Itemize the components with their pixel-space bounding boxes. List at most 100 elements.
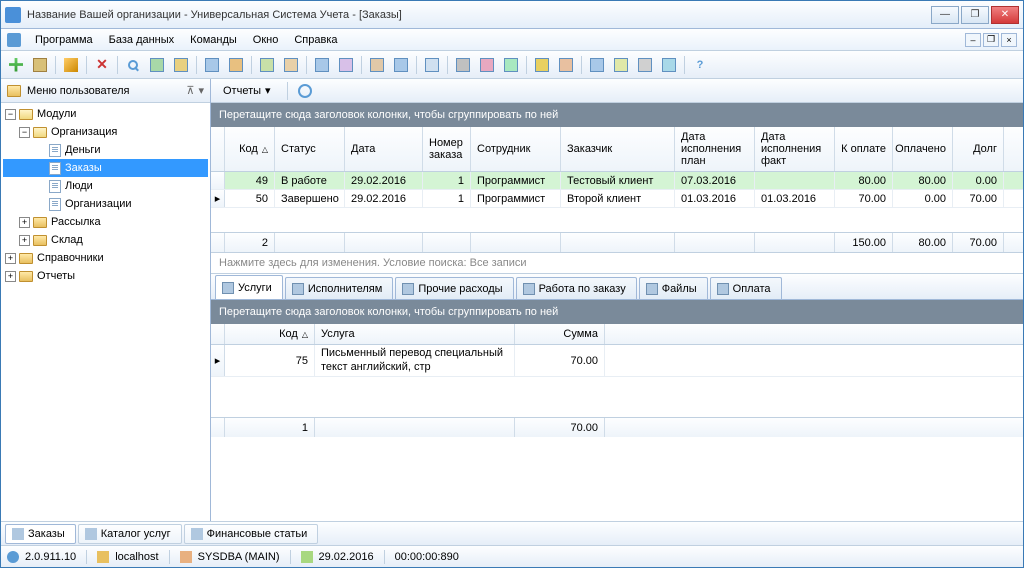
tree-node-modules[interactable]: −Модули	[3, 105, 208, 123]
mdi-minimize-button[interactable]: –	[965, 33, 981, 47]
group-by-hint[interactable]: Перетащите сюда заголовок колонки, чтобы…	[211, 103, 1023, 127]
filter-button[interactable]	[170, 54, 192, 76]
tree-node-orgs[interactable]: Организации	[3, 195, 208, 213]
mdi-close-button[interactable]: ×	[1001, 33, 1017, 47]
copy-button[interactable]	[29, 54, 51, 76]
btab-Каталог услуг[interactable]: Каталог услуг	[78, 524, 182, 544]
close-button[interactable]: ✕	[991, 6, 1019, 24]
clock-icon[interactable]	[298, 84, 312, 98]
col-paid[interactable]: Оплачено	[893, 127, 953, 171]
tool-2[interactable]	[225, 54, 247, 76]
table-row[interactable]: 49В работе29.02.20161ПрограммистТестовый…	[211, 172, 1023, 190]
tool-10[interactable]	[452, 54, 474, 76]
tree-node-mailing[interactable]: +Рассылка	[3, 213, 208, 231]
menu-Команды[interactable]: Команды	[182, 32, 245, 48]
tool-11[interactable]	[476, 54, 498, 76]
menu-Окно[interactable]: Окно	[245, 32, 287, 48]
status-time: 00:00:00:890	[395, 551, 459, 563]
col-customer[interactable]: Заказчик	[561, 127, 675, 171]
chevron-down-icon[interactable]: ▾	[198, 84, 204, 97]
reports-dropdown[interactable]: Отчеты▾	[217, 82, 277, 99]
grid-body: 49В работе29.02.20161ПрограммистТестовый…	[211, 172, 1023, 208]
tree-node-org[interactable]: −Организация	[3, 123, 208, 141]
tree-node-reports[interactable]: +Отчеты	[3, 267, 208, 285]
calendar-button[interactable]	[610, 54, 632, 76]
play-button[interactable]	[658, 54, 680, 76]
menu-Справка[interactable]: Справка	[286, 32, 345, 48]
tab-Прочие расходы[interactable]: Прочие расходы	[395, 277, 513, 299]
col-date[interactable]: Дата	[345, 127, 423, 171]
status-user: SYSDBA (MAIN)	[198, 551, 280, 563]
dcol-sum[interactable]: Сумма	[515, 324, 605, 344]
tool-1[interactable]	[201, 54, 223, 76]
table-row[interactable]: ▸50Завершено29.02.20161ПрограммистВторой…	[211, 190, 1023, 208]
titlebar: Название Вашей организации - Универсальн…	[1, 1, 1023, 29]
reports-bar: Отчеты▾	[211, 79, 1023, 103]
dcol-service[interactable]: Услуга	[315, 324, 515, 344]
col-to-pay[interactable]: К оплате	[835, 127, 893, 171]
edit-button[interactable]	[60, 54, 82, 76]
host-icon	[97, 551, 109, 563]
main-area: Отчеты▾ Перетащите сюда заголовок колонк…	[211, 79, 1023, 521]
menu-Программа[interactable]: Программа	[27, 32, 101, 48]
status-version: 2.0.911.10	[25, 551, 76, 563]
grid-header: Код△ Статус Дата Номер заказа Сотрудник …	[211, 127, 1023, 172]
col-date-fact[interactable]: Дата исполнения факт	[755, 127, 835, 171]
tool-4[interactable]	[280, 54, 302, 76]
col-debt[interactable]: Долг	[953, 127, 1004, 171]
tool-7[interactable]	[366, 54, 388, 76]
btab-Финансовые статьи[interactable]: Финансовые статьи	[184, 524, 319, 544]
detail-tabs: УслугиИсполнителямПрочие расходыРабота п…	[211, 274, 1023, 300]
mdi-restore-button[interactable]: ❐	[983, 33, 999, 47]
date-icon	[301, 551, 313, 563]
users-button[interactable]	[555, 54, 577, 76]
search-button[interactable]	[122, 54, 144, 76]
tab-Оплата[interactable]: Оплата	[710, 277, 782, 299]
lock-button[interactable]	[531, 54, 553, 76]
help-button[interactable]: ?	[689, 54, 711, 76]
tab-Услуги[interactable]: Услуги	[215, 275, 283, 299]
status-host: localhost	[115, 551, 158, 563]
menu-icon	[7, 33, 21, 47]
col-ordno[interactable]: Номер заказа	[423, 127, 471, 171]
minimize-button[interactable]: —	[931, 6, 959, 24]
col-date-plan[interactable]: Дата исполнения план	[675, 127, 755, 171]
tree-node-people[interactable]: Люди	[3, 177, 208, 195]
detail-group-hint[interactable]: Перетащите сюда заголовок колонки, чтобы…	[211, 300, 1023, 324]
dcol-code[interactable]: Код△	[225, 324, 315, 344]
col-employee[interactable]: Сотрудник	[471, 127, 561, 171]
tool-8[interactable]	[390, 54, 412, 76]
pin-icon[interactable]: ⊼	[186, 84, 194, 97]
col-status[interactable]: Статус	[275, 127, 345, 171]
tool-6[interactable]	[335, 54, 357, 76]
tab-Исполнителям[interactable]: Исполнителям	[285, 277, 393, 299]
tab-Файлы[interactable]: Файлы	[639, 277, 708, 299]
toolbar: ✕ ?	[1, 51, 1023, 79]
menubar: ПрограммаБаза данныхКомандыОкноСправка –…	[1, 29, 1023, 51]
tool-5[interactable]	[311, 54, 333, 76]
tool-3[interactable]	[256, 54, 278, 76]
sidebar-header: Меню пользователя ⊼ ▾	[1, 79, 210, 103]
print-button[interactable]	[634, 54, 656, 76]
calc-button[interactable]	[586, 54, 608, 76]
col-code[interactable]: Код△	[225, 127, 275, 171]
add-button[interactable]	[5, 54, 27, 76]
filter-hint[interactable]: Нажмите здесь для изменения. Условие пои…	[211, 252, 1023, 274]
tree-node-refs[interactable]: +Справочники	[3, 249, 208, 267]
refresh-button[interactable]	[146, 54, 168, 76]
status-icon	[7, 551, 19, 563]
sidebar: Меню пользователя ⊼ ▾ −Модули −Организац…	[1, 79, 211, 521]
bottom-tabs: ЗаказыКаталог услугФинансовые статьи	[1, 521, 1023, 545]
menu-База данных[interactable]: База данных	[101, 32, 183, 48]
tree-node-orders[interactable]: Заказы	[3, 159, 208, 177]
tool-9[interactable]	[421, 54, 443, 76]
maximize-button[interactable]: ❐	[961, 6, 989, 24]
btab-Заказы[interactable]: Заказы	[5, 524, 76, 544]
detail-row[interactable]: ▸75Письменный перевод специальный текст …	[211, 345, 1023, 377]
tree-node-warehouse[interactable]: +Склад	[3, 231, 208, 249]
tool-12[interactable]	[500, 54, 522, 76]
statusbar: 2.0.911.10 localhost SYSDBA (MAIN) 29.02…	[1, 545, 1023, 567]
tab-Работа по заказу[interactable]: Работа по заказу	[516, 277, 637, 299]
tree-node-money[interactable]: Деньги	[3, 141, 208, 159]
delete-button[interactable]: ✕	[91, 54, 113, 76]
